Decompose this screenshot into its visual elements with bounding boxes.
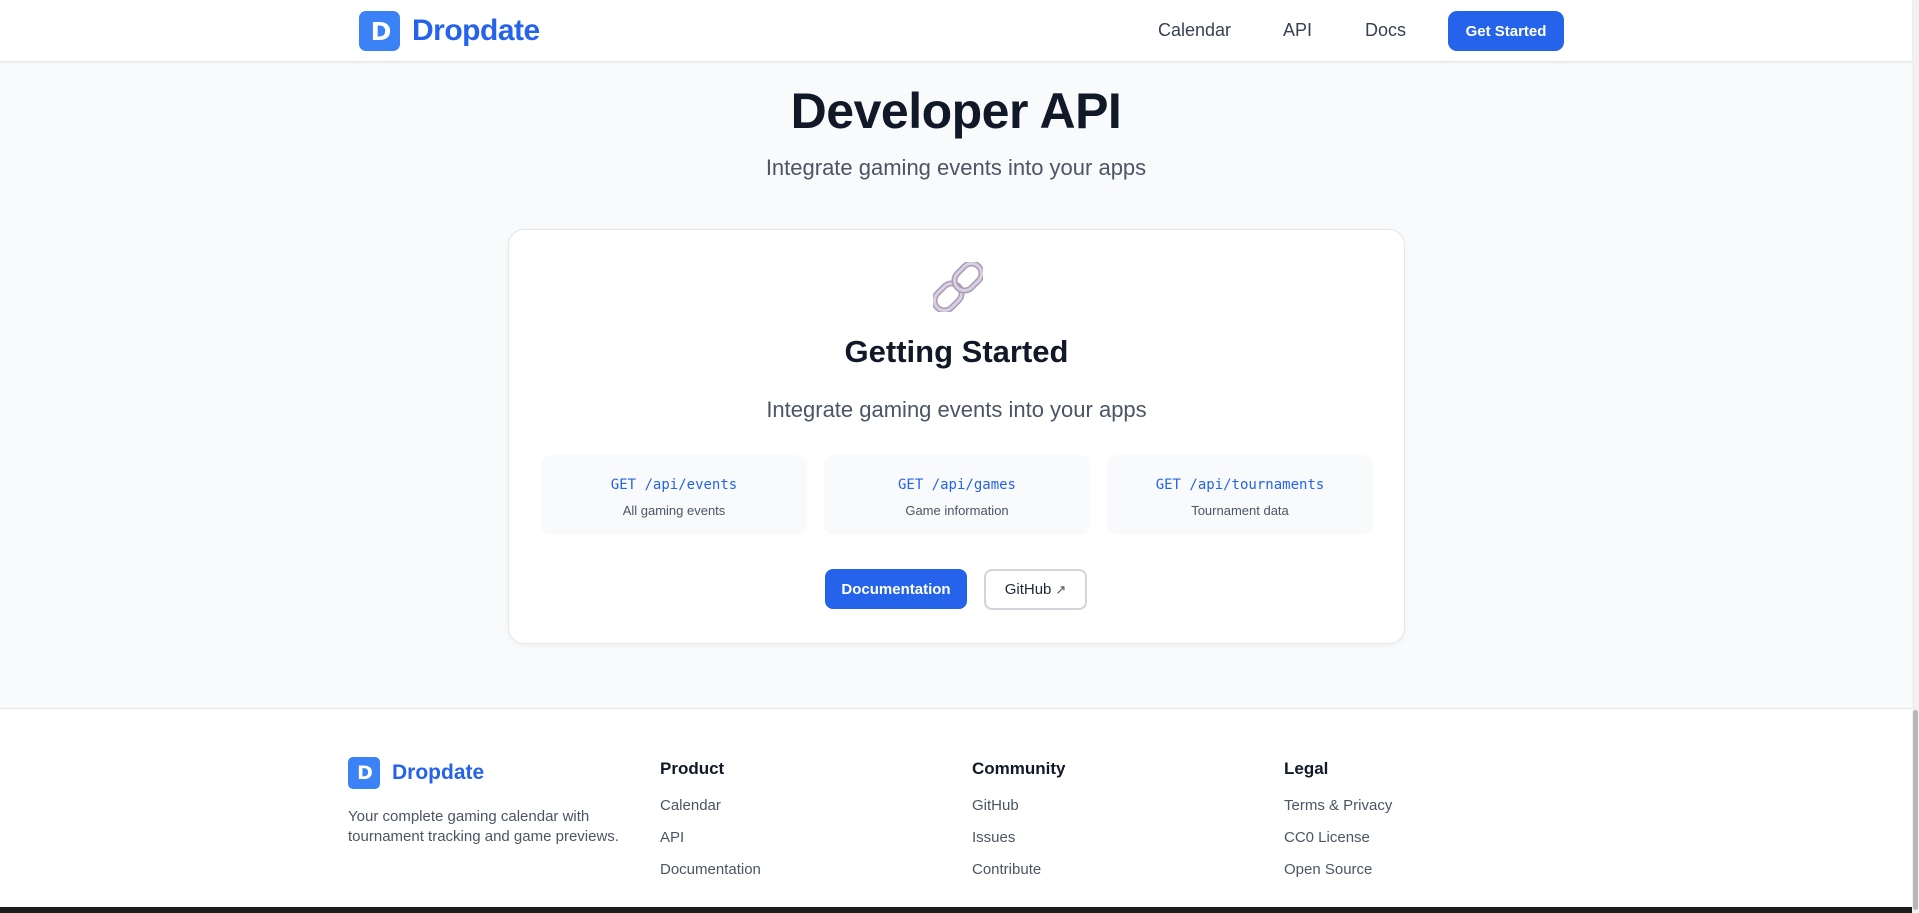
footer-logo[interactable]: D Dropdate xyxy=(348,757,484,789)
github-button[interactable]: GitHub ↗ xyxy=(984,569,1087,610)
endpoint-path: GET /api/games xyxy=(897,477,1016,493)
site-header: D Dropdate Calendar API Docs Get Started xyxy=(0,0,1912,62)
getting-started-card: Getting Started Integrate gaming events … xyxy=(508,229,1405,644)
footer-link-github[interactable]: GitHub xyxy=(972,796,1066,828)
card-title: Getting Started xyxy=(844,334,1069,369)
footer-link-issues[interactable]: Issues xyxy=(972,828,1066,860)
endpoint-events: GET /api/events All gaming events xyxy=(541,455,807,535)
footer-column-title: Product xyxy=(660,759,725,778)
footer-link-contribute[interactable]: Contribute xyxy=(972,860,1066,892)
dropdate-logo-icon: D xyxy=(348,757,380,789)
footer-column-title: Legal xyxy=(1284,759,1329,778)
dropdate-logo-icon: D xyxy=(359,11,400,51)
logo-text: Dropdate xyxy=(412,14,540,47)
footer-link-terms[interactable]: Terms & Privacy xyxy=(1284,796,1392,828)
endpoint-description: Tournament data xyxy=(1191,503,1289,518)
card-subtitle: Integrate gaming events into your apps xyxy=(766,397,1147,422)
nav-calendar[interactable]: Calendar xyxy=(1158,20,1231,41)
footer-column-product: Product Calendar API Documentation xyxy=(660,759,761,892)
get-started-button[interactable]: Get Started xyxy=(1448,11,1564,51)
footer-column-legal: Legal Terms & Privacy CC0 License Open S… xyxy=(1284,759,1392,892)
footer-link-open-source[interactable]: Open Source xyxy=(1284,860,1392,892)
nav-docs[interactable]: Docs xyxy=(1365,20,1406,41)
site-footer: D Dropdate Your complete gaming calendar… xyxy=(0,708,1912,913)
footer-link-license[interactable]: CC0 License xyxy=(1284,828,1392,860)
footer-description: Your complete gaming calendar with tourn… xyxy=(348,808,619,845)
footer-link-api[interactable]: API xyxy=(660,828,761,860)
endpoint-path: GET /api/events xyxy=(610,477,738,493)
documentation-button[interactable]: Documentation xyxy=(825,569,967,609)
link-icon xyxy=(933,262,983,312)
nav-api[interactable]: API xyxy=(1283,20,1312,41)
page-subtitle: Integrate gaming events into your apps xyxy=(765,155,1147,180)
footer-column-community: Community GitHub Issues Contribute xyxy=(972,759,1066,892)
external-link-icon: ↗ xyxy=(1055,581,1067,597)
endpoint-tournaments: GET /api/tournaments Tournament data xyxy=(1107,455,1373,535)
github-button-label: GitHub xyxy=(1004,581,1052,598)
footer-column-title: Community xyxy=(972,759,1066,778)
window-bottom-edge xyxy=(0,907,1912,913)
scrollbar-thumb[interactable] xyxy=(1913,710,1918,910)
footer-logo-text: Dropdate xyxy=(392,761,485,784)
header-logo[interactable]: D Dropdate xyxy=(359,11,540,51)
page-title: Developer API xyxy=(790,83,1122,139)
endpoint-path: GET /api/tournaments xyxy=(1155,477,1325,493)
footer-link-calendar[interactable]: Calendar xyxy=(660,796,761,828)
footer-link-documentation[interactable]: Documentation xyxy=(660,860,761,892)
endpoint-games: GET /api/games Game information xyxy=(824,455,1090,535)
endpoint-description: All gaming events xyxy=(622,503,726,518)
endpoint-description: Game information xyxy=(905,503,1009,518)
